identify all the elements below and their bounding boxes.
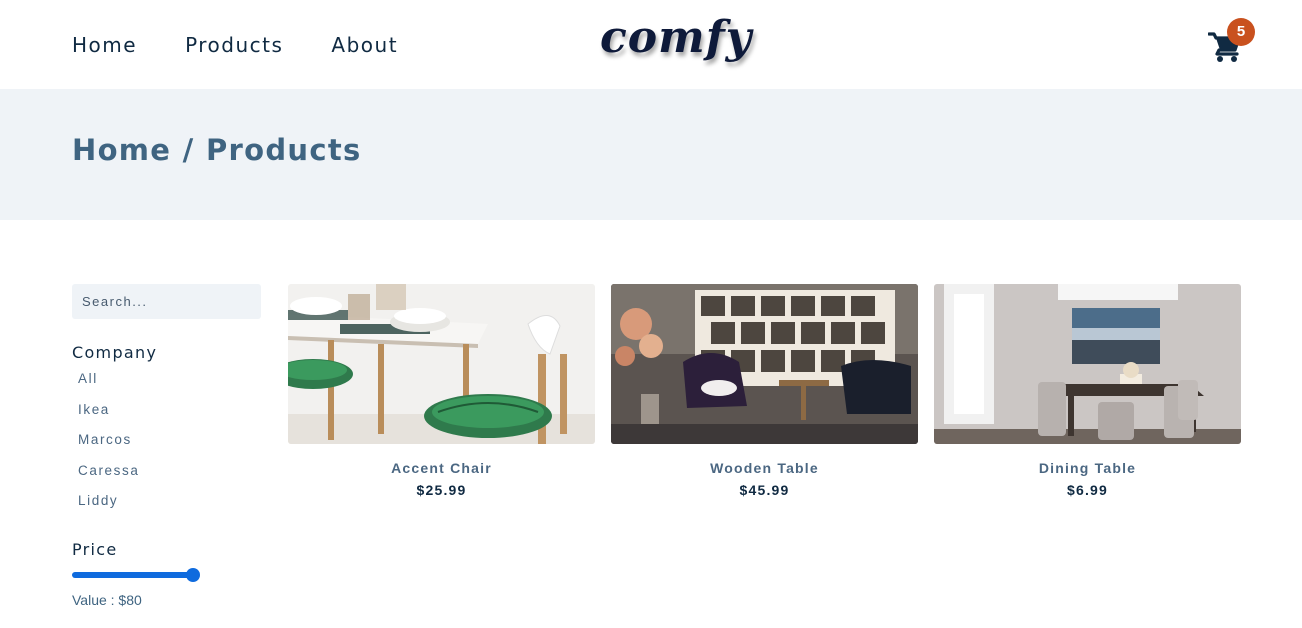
breadcrumb: Home / Products	[72, 133, 362, 167]
product-card[interactable]: Accent Chair $25.99	[288, 284, 595, 498]
company-filter-all[interactable]: All	[78, 371, 139, 402]
company-heading: Company	[72, 343, 158, 362]
product-card[interactable]: Dining Table $6.99	[934, 284, 1241, 498]
product-price: $6.99	[1066, 482, 1109, 498]
company-filter-liddy[interactable]: Liddy	[78, 493, 139, 524]
search-input[interactable]	[72, 284, 261, 319]
product-image[interactable]	[934, 284, 1241, 444]
company-filter-ikea[interactable]: Ikea	[78, 402, 139, 433]
slider-track	[72, 572, 196, 578]
page-hero: Home / Products	[0, 89, 1302, 220]
product-name: Accent Chair	[391, 460, 492, 476]
nav-link-products[interactable]: Products	[185, 33, 283, 57]
company-filter-caressa[interactable]: Caressa	[78, 463, 139, 494]
product-card[interactable]: Wooden Table $45.99	[611, 284, 918, 498]
product-name: Wooden Table	[710, 460, 819, 476]
cart-count-badge: 5	[1227, 18, 1255, 46]
nav-links: Home Products About	[72, 33, 446, 57]
company-list: All Ikea Marcos Caressa Liddy	[78, 371, 139, 524]
company-filter-marcos[interactable]: Marcos	[78, 432, 139, 463]
slider-thumb[interactable]	[186, 568, 200, 582]
product-name: Dining Table	[1038, 460, 1137, 476]
product-image[interactable]	[288, 284, 595, 444]
cart-button[interactable]: 5	[1208, 18, 1258, 66]
logo[interactable]: comfy	[600, 12, 752, 63]
price-value: Value : $80	[72, 592, 142, 608]
price-heading: Price	[72, 540, 118, 559]
navbar: Home Products About comfy 5	[0, 0, 1302, 89]
product-price: $45.99	[739, 482, 790, 498]
price-range-slider[interactable]	[72, 568, 202, 582]
nav-link-home[interactable]: Home	[72, 33, 137, 57]
product-image[interactable]	[611, 284, 918, 444]
product-price: $25.99	[416, 482, 467, 498]
filters-sidebar: Company All Ikea Marcos Caressa Liddy Pr…	[72, 284, 272, 608]
nav-link-about[interactable]: About	[331, 33, 398, 57]
